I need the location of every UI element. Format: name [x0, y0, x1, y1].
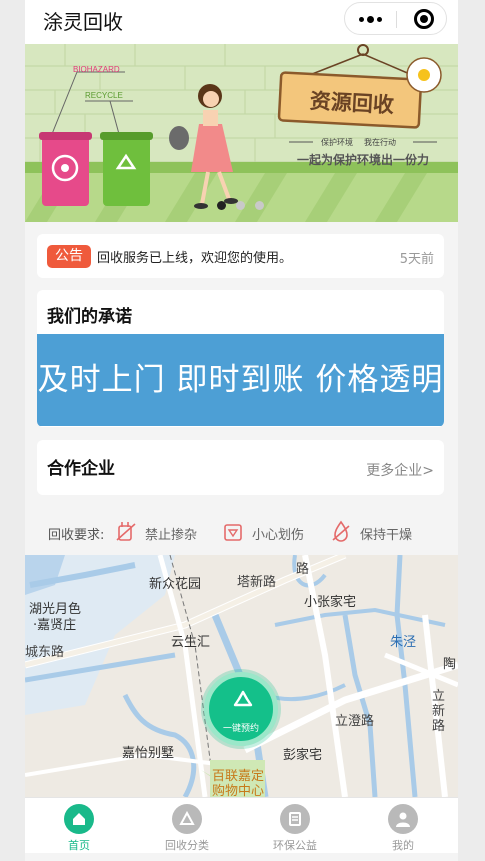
map-label: 朱泾 — [390, 635, 417, 650]
more-partners-link[interactable]: 更多企业> — [366, 460, 434, 480]
map-label: 城东路 — [25, 645, 65, 660]
map-label: 彭家宅 — [283, 748, 323, 763]
promise-section: 我们的承诺 及时上门 即时到账 价格透明 — [37, 290, 444, 427]
home-icon — [64, 804, 94, 834]
capsule-divider — [396, 11, 397, 28]
sign-sub-2: 我在行动 — [364, 137, 396, 147]
map-label: 陶 — [443, 657, 457, 672]
notice-badge: 公告 — [47, 245, 91, 268]
profile-icon — [388, 804, 418, 834]
map-label: 路 — [296, 562, 310, 577]
carousel-dot-1[interactable] — [217, 201, 226, 210]
app-container: 涂灵回收 BIOHAZARD RECYCLE 资源回收 保护环境 我在行动 一起… — [25, 0, 458, 861]
map-label: 塔新路 — [237, 575, 277, 590]
tab-home[interactable]: 首页 — [25, 798, 133, 854]
no-mix-icon — [116, 522, 136, 541]
banner-slogan: 一起为保护环境出一份力 — [297, 152, 429, 167]
carousel-dot-2[interactable] — [236, 201, 245, 210]
tab-recycle-category[interactable]: 回收分类 — [133, 798, 241, 854]
more-dots-icon[interactable] — [355, 7, 385, 31]
mini-program-capsule — [344, 2, 447, 35]
charity-icon — [280, 804, 310, 834]
keep-dry-icon — [332, 520, 350, 542]
sign-sub-1: 保护环境 — [321, 137, 353, 147]
carousel-dot-3[interactable] — [255, 201, 264, 210]
banner-illustration: BIOHAZARD RECYCLE 资源回收 保护环境 我在行动 一起为保护环境… — [25, 44, 458, 222]
notice-time: 5天前 — [399, 252, 434, 267]
tab-profile[interactable]: 我的 — [349, 798, 457, 854]
tab-charity[interactable]: 环保公益 — [241, 798, 349, 854]
capsule-close-icon[interactable] — [414, 9, 434, 29]
banner-carousel[interactable]: BIOHAZARD RECYCLE 资源回收 保护环境 我在行动 一起为保护环境… — [25, 44, 458, 222]
map-label: 立澄路 — [335, 714, 375, 729]
notice-bar[interactable]: 公告 回收服务已上线，欢迎您的使用。 5天前 — [37, 234, 444, 278]
tab-label: 环保公益 — [273, 839, 317, 852]
recycle-icon — [233, 690, 253, 707]
recycle-label: RECYCLE — [85, 91, 123, 100]
requirement-text: 小心划伤 — [252, 528, 305, 543]
recycle-category-icon — [172, 804, 202, 834]
map-label: 购物中心 — [212, 784, 265, 797]
promise-title: 我们的承诺 — [47, 307, 132, 327]
app-title: 涂灵回收 — [43, 10, 123, 34]
bottom-tab-bar: 首页 回收分类 环保公益 我的 — [25, 797, 458, 853]
tab-label: 我的 — [392, 839, 414, 852]
map-label: 小张家宅 — [304, 595, 357, 610]
recycle-requirements: 回收要求: 禁止掺杂 小心划伤 保持干燥 — [25, 508, 458, 554]
map-label: ·嘉贤庄 — [33, 618, 77, 633]
map-label: 嘉怡别墅 — [122, 746, 175, 761]
tab-label: 回收分类 — [165, 839, 209, 852]
notice-text: 回收服务已上线，欢迎您的使用。 — [97, 251, 293, 266]
booking-label: 一键预约 — [222, 724, 259, 734]
requirement-text: 禁止掺杂 — [145, 528, 198, 543]
partners-title: 合作企业 — [47, 459, 115, 479]
promise-banner: 及时上门 即时到账 价格透明 — [37, 334, 444, 426]
tab-label: 首页 — [68, 839, 90, 852]
map-label: 路 — [432, 719, 446, 734]
map-label: 新众花园 — [149, 577, 202, 592]
requirement-text: 保持干燥 — [360, 528, 413, 543]
one-click-booking-button[interactable]: 一键预约 — [204, 672, 278, 746]
partners-section: 合作企业 更多企业> — [37, 440, 444, 495]
cut-warning-icon — [224, 524, 242, 541]
app-header: 涂灵回收 — [25, 0, 458, 44]
requirements-label: 回收要求: — [48, 528, 105, 543]
biohazard-label: BIOHAZARD — [73, 65, 120, 74]
sign-title: 资源回收 — [309, 89, 394, 117]
map-label: 云生汇 — [171, 635, 211, 650]
